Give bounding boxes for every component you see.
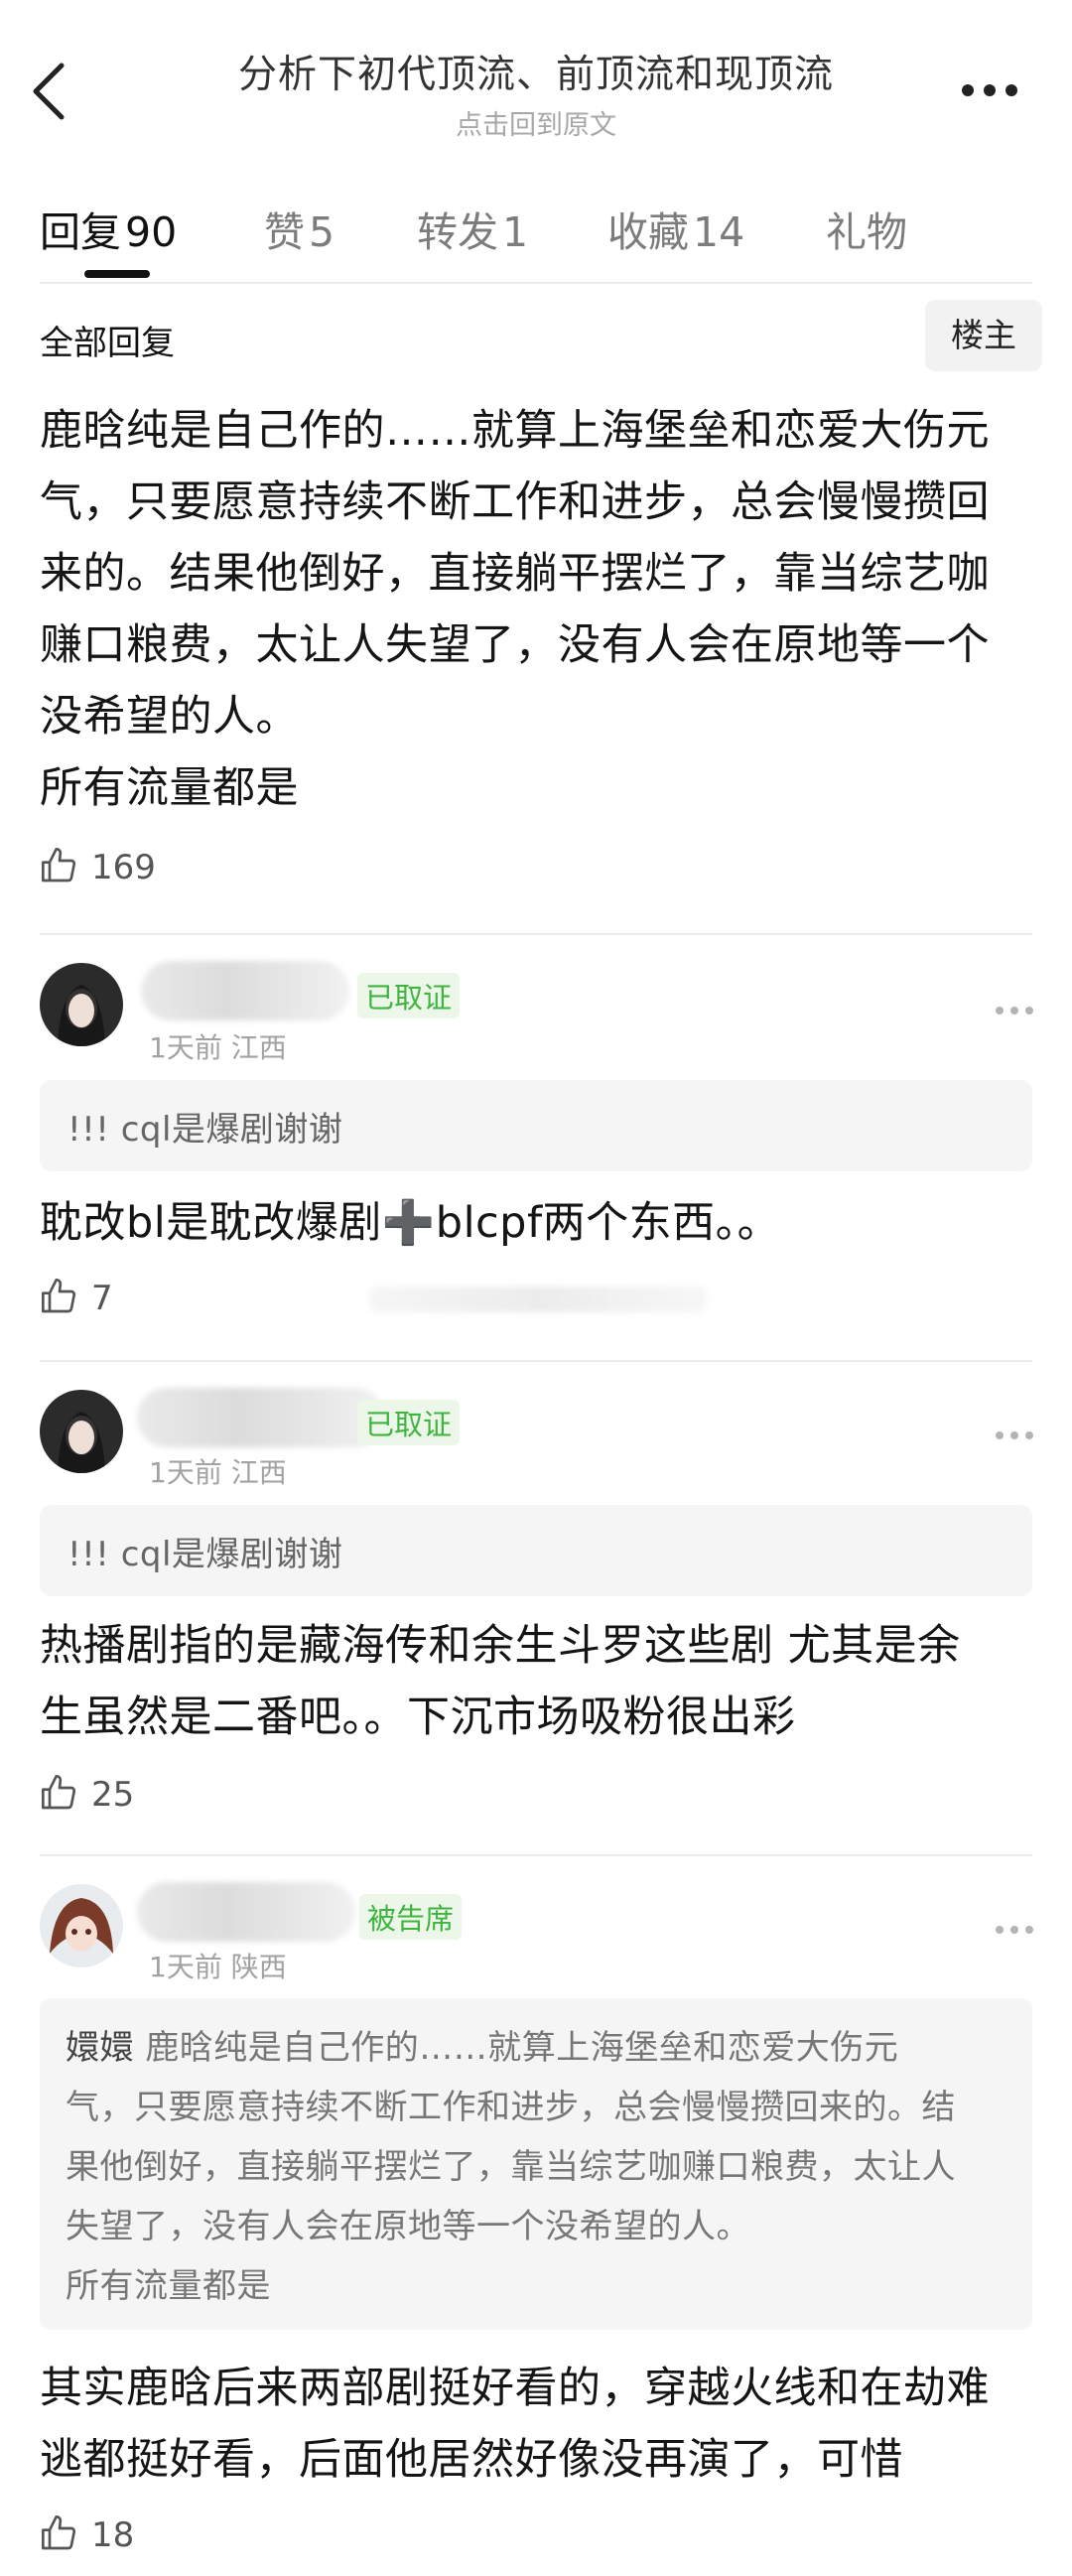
quoted-reply[interactable]: 嬛嬛 鹿晗纯是自己作的……就算上海堡垒和恋爱大伤元 气，只要愿意持续不断工作和进… — [40, 1998, 1032, 2330]
text-line: 其实鹿晗后来两部剧挺好看的，穿越火线和在劫难 — [40, 2364, 990, 2413]
tab-label: 回复 — [40, 208, 121, 256]
reply-text: 耽改bl是耽改爆剧➕blcpf两个东西。。 — [40, 1187, 1032, 1259]
like-count: 25 — [91, 1775, 135, 1815]
username-redacted — [137, 1388, 385, 1447]
text-line: 没希望的人。 — [40, 692, 299, 742]
text-line: 所有流量都是 — [66, 2266, 271, 2306]
quote-text: !!! cql是爆剧谢谢 — [67, 1535, 343, 1574]
username-redacted — [137, 1882, 355, 1942]
quote-text: !!! cql是爆剧谢谢 — [67, 1110, 343, 1150]
all-replies-label: 全部回复 — [40, 324, 175, 363]
back-to-original-link[interactable]: 点击回到原文 — [337, 103, 735, 142]
tab-active-indicator — [84, 270, 150, 278]
redacted-area — [369, 1287, 707, 1312]
like-count: 18 — [91, 2515, 135, 2555]
quote-text: 嬛嬛 鹿晗纯是自己作的……就算上海堡垒和恋爱大伤元 气，只要愿意持续不断工作和进… — [66, 2018, 1008, 2316]
location: 江西 — [230, 1031, 287, 1064]
quoted-reply[interactable]: !!! cql是爆剧谢谢 — [40, 1080, 1032, 1171]
text-line: 所有流量都是 — [40, 763, 299, 813]
more-dots-icon[interactable] — [995, 1006, 1034, 1016]
thumb-up-icon — [42, 1279, 76, 1313]
text-line: 气，只要愿意持续不断工作和进步，总会慢慢攒回来的。结 — [66, 2088, 956, 2127]
timestamp: 1天前 — [149, 1456, 222, 1489]
text-line: 鹿晗纯是自己作的……就算上海堡垒和恋爱大伤元 — [40, 406, 990, 456]
username-redacted — [141, 961, 349, 1020]
timestamp: 1天前 — [149, 1031, 222, 1064]
status-badge: 被告席 — [359, 1894, 463, 1940]
status-badge: 已取证 — [357, 973, 461, 1018]
tab-count: 1 — [502, 208, 529, 256]
location: 陕西 — [230, 1951, 287, 1983]
tab-count: 5 — [309, 208, 335, 256]
like-count: 169 — [91, 848, 156, 887]
text-line: 热播剧指的是藏海传和余生斗罗这些剧 尤其是余 — [40, 1621, 961, 1671]
text-line: 果他倒好，直接躺平摆烂了，靠当综艺咖赚口粮费，太让人 — [66, 2147, 956, 2187]
tab-reposts[interactable]: 转发1 — [417, 199, 528, 258]
reply-text: 其实鹿晗后来两部剧挺好看的，穿越火线和在劫难 逃都挺好看，后面他居然好像没再演了… — [40, 2353, 1032, 2496]
quote-author: 嬛嬛 — [66, 2028, 134, 2068]
tab-count: 14 — [693, 208, 745, 256]
avatar[interactable] — [40, 1884, 123, 1967]
status-badge: 已取证 — [357, 1400, 461, 1445]
op-only-button[interactable]: 楼主 — [925, 300, 1042, 371]
tab-label: 礼物 — [826, 208, 907, 256]
text-line: 气，只要愿意持续不断工作和进步，总会慢慢攒回 — [40, 477, 990, 527]
text-line: 失望了，没有人会在原地等一个没希望的人。 — [66, 2207, 750, 2246]
thumb-up-icon — [42, 2515, 76, 2550]
main-post-text: 鹿晗纯是自己作的……就算上海堡垒和恋爱大伤元 气，只要愿意持续不断工作和进步，总… — [40, 395, 1032, 824]
avatar[interactable] — [40, 1390, 123, 1473]
like-count: 7 — [91, 1279, 113, 1318]
tab-count: 90 — [125, 208, 178, 256]
quoted-reply[interactable]: !!! cql是爆剧谢谢 — [40, 1505, 1032, 1596]
tab-replies[interactable]: 回复90 — [40, 199, 177, 258]
text-line: 赚口粮费，太让人失望了，没有人会在原地等一个 — [40, 620, 990, 670]
tab-favorites[interactable]: 收藏14 — [607, 199, 744, 258]
reply-meta: 1天前 陕西 — [149, 1946, 287, 1985]
thumb-up-icon — [42, 1775, 76, 1810]
more-dots-icon[interactable] — [995, 1430, 1034, 1440]
reply-meta: 1天前 江西 — [149, 1451, 287, 1491]
text-line: 逃都挺好看，后面他居然好像没再演了，可惜 — [40, 2435, 903, 2485]
tab-label: 收藏 — [607, 208, 689, 256]
text-line: 生虽然是二番吧。。下沉市场吸粉很出彩 — [40, 1693, 796, 1742]
location: 江西 — [230, 1456, 287, 1489]
text-line: 耽改bl是耽改爆剧➕blcpf两个东西。。 — [40, 1198, 781, 1248]
timestamp: 1天前 — [149, 1951, 222, 1983]
divider — [40, 282, 1032, 284]
tab-label: 赞 — [264, 208, 305, 256]
reply-meta: 1天前 江西 — [149, 1026, 287, 1066]
tab-gifts[interactable]: 礼物 — [826, 199, 907, 258]
text-line: 鹿晗纯是自己作的……就算上海堡垒和恋爱大伤元 — [145, 2028, 899, 2068]
page-title: 分析下初代顶流、前顶流和现顶流 — [237, 53, 834, 97]
divider — [40, 933, 1032, 935]
divider — [40, 1854, 1032, 1856]
more-dots-icon[interactable] — [961, 83, 1018, 97]
divider — [40, 1360, 1032, 1362]
thumb-up-icon — [42, 848, 76, 882]
tab-likes[interactable]: 赞5 — [264, 199, 335, 258]
text-line: 来的。结果他倒好，直接躺平摆烂了，靠当综艺咖 — [40, 549, 990, 599]
more-dots-icon[interactable] — [995, 1925, 1034, 1935]
avatar[interactable] — [40, 963, 123, 1046]
tab-label: 转发 — [417, 208, 498, 256]
reply-text: 热播剧指的是藏海传和余生斗罗这些剧 尤其是余 生虽然是二番吧。。下沉市场吸粉很出… — [40, 1610, 1032, 1753]
back-arrow-icon[interactable] — [28, 62, 71, 121]
